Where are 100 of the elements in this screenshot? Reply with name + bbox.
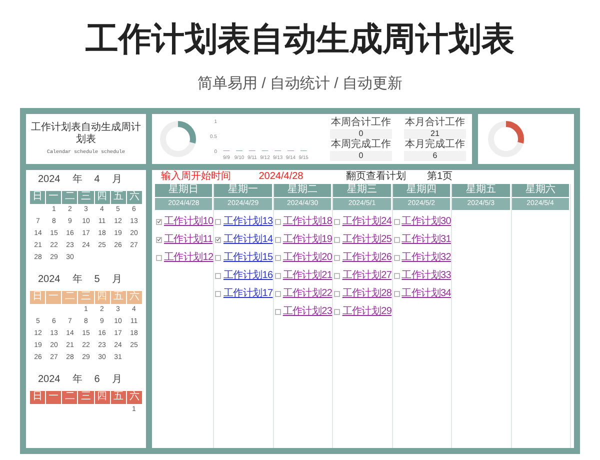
weekday-header: 三 (78, 190, 94, 204)
task-link[interactable]: 工作计划32 (402, 252, 452, 263)
stat-value: 0 (330, 150, 392, 161)
calendar-month-unit: 月 (112, 272, 122, 287)
task-link[interactable]: 工作计划10 (164, 216, 214, 227)
task-checkbox[interactable] (274, 308, 281, 315)
task-link[interactable]: 工作计划34 (402, 288, 452, 299)
task-link[interactable]: 工作计划30 (402, 216, 452, 227)
task-link[interactable]: 工作计划14 (223, 234, 273, 245)
task-link[interactable]: 工作计划17 (223, 288, 273, 299)
task-checkbox[interactable] (274, 254, 281, 261)
calendar-month-unit: 月 (112, 372, 122, 387)
task-checkbox[interactable] (274, 218, 281, 225)
weekday-header: 星期五 (452, 184, 511, 197)
weekday-header: 六 (126, 290, 142, 304)
weekday-header: 五 (110, 390, 126, 404)
task-checkbox[interactable] (215, 254, 222, 261)
weekday-header: 星期一 (214, 184, 273, 197)
calendar-month: 4 (94, 172, 100, 187)
weekday-header: 四 (94, 290, 110, 304)
task-link[interactable]: 工作计划18 (282, 216, 332, 227)
weekday-header: 星期四 (392, 184, 452, 197)
task-link[interactable]: 工作计划11 (164, 234, 213, 245)
weekday-header: 三 (78, 290, 94, 304)
task-checkbox[interactable] (156, 236, 162, 243)
task-checkbox[interactable] (215, 218, 222, 225)
calendar-year-unit: 年 (72, 372, 82, 387)
task-checkbox[interactable] (334, 254, 340, 261)
task-checkbox[interactable] (274, 236, 281, 243)
task-link[interactable]: 工作计划28 (342, 288, 392, 299)
task-checkbox[interactable] (394, 236, 400, 243)
task-link[interactable]: 工作计划13 (223, 216, 273, 227)
task-link[interactable]: 工作计划20 (282, 252, 332, 263)
sheet-title: 工作计划表自动生成周计划表 (30, 122, 142, 146)
task-checkbox[interactable] (394, 290, 400, 297)
task-checkbox[interactable] (215, 272, 222, 279)
weekday-header: 一 (46, 390, 62, 404)
stat-label: 本周完成工作 (331, 138, 391, 151)
task-checkbox[interactable] (394, 254, 400, 261)
weekday-header: 五 (110, 190, 126, 204)
task-link[interactable]: 工作计划24 (342, 216, 392, 227)
weekday-header: 星期二 (274, 184, 332, 197)
task-checkbox[interactable] (334, 272, 340, 279)
task-checkbox[interactable] (334, 218, 340, 225)
stat-label: 本月合计工作 (405, 116, 465, 129)
task-link[interactable]: 工作计划27 (342, 270, 392, 281)
weekday-header: 星期六 (512, 184, 570, 197)
stat-label: 本周合计工作 (331, 116, 391, 129)
calendar-year: 2024 (38, 272, 60, 287)
calendar-month-unit: 月 (112, 172, 122, 187)
task-link[interactable]: 工作计划33 (402, 270, 452, 281)
task-link[interactable]: 工作计划26 (342, 252, 392, 263)
task-checkbox[interactable] (334, 290, 340, 297)
start-date-label: 输入周开始时间 (161, 172, 231, 182)
task-link[interactable]: 工作计划29 (342, 306, 392, 317)
task-link[interactable]: 工作计划22 (282, 288, 332, 299)
task-link[interactable]: 工作计划16 (223, 270, 273, 281)
task-link[interactable]: 工作计划15 (223, 252, 273, 263)
weekday-header: 二 (62, 390, 78, 404)
weekday-header: 日 (30, 190, 46, 204)
donut-chart (486, 118, 526, 159)
task-link[interactable]: 工作计划21 (282, 270, 332, 281)
task-checkbox[interactable] (274, 272, 281, 279)
weekday-header: 二 (62, 190, 78, 204)
task-checkbox[interactable] (394, 272, 400, 279)
weekday-header: 二 (62, 290, 78, 304)
task-checkbox[interactable] (215, 236, 222, 243)
task-checkbox[interactable] (394, 218, 400, 225)
stat-label: 本月完成工作 (405, 138, 465, 151)
weekday-header: 四 (94, 390, 110, 404)
task-link[interactable]: 工作计划31 (402, 234, 452, 245)
weekday-header: 六 (126, 190, 142, 204)
weekday-header: 星期日 (155, 184, 214, 197)
page-title: 工作计划表自动生成周计划表 (86, 19, 514, 59)
calendar-month: 6 (94, 372, 100, 387)
task-checkbox[interactable] (156, 254, 162, 261)
weekday-header: 三 (78, 390, 94, 404)
task-link[interactable]: 工作计划19 (282, 234, 332, 245)
task-checkbox[interactable] (334, 308, 340, 315)
calendar-year-unit: 年 (72, 272, 82, 287)
weekday-header: 一 (46, 190, 62, 204)
task-checkbox[interactable] (215, 290, 222, 297)
page-number: 第1页 (427, 172, 453, 182)
start-date-field[interactable]: 2024/4/28 (231, 172, 331, 182)
weekday-header: 日 (30, 290, 46, 304)
page-subtitle: 简单易用 / 自动统计 / 自动更新 (197, 74, 402, 94)
stat-value: 21 (404, 128, 466, 139)
donut-chart (158, 118, 198, 159)
task-checkbox[interactable] (156, 218, 162, 225)
task-checkbox[interactable] (334, 236, 340, 243)
weekday-header: 四 (94, 190, 110, 204)
weekday-header: 六 (126, 390, 142, 404)
task-link[interactable]: 工作计划23 (282, 306, 332, 317)
task-link[interactable]: 工作计划25 (342, 234, 392, 245)
task-link[interactable]: 工作计划12 (164, 252, 214, 263)
weekday-header: 五 (110, 290, 126, 304)
calendar-year-unit: 年 (72, 172, 82, 187)
task-checkbox[interactable] (274, 290, 281, 297)
calendar-year: 2024 (38, 172, 60, 187)
calendar-year: 2024 (38, 372, 60, 387)
